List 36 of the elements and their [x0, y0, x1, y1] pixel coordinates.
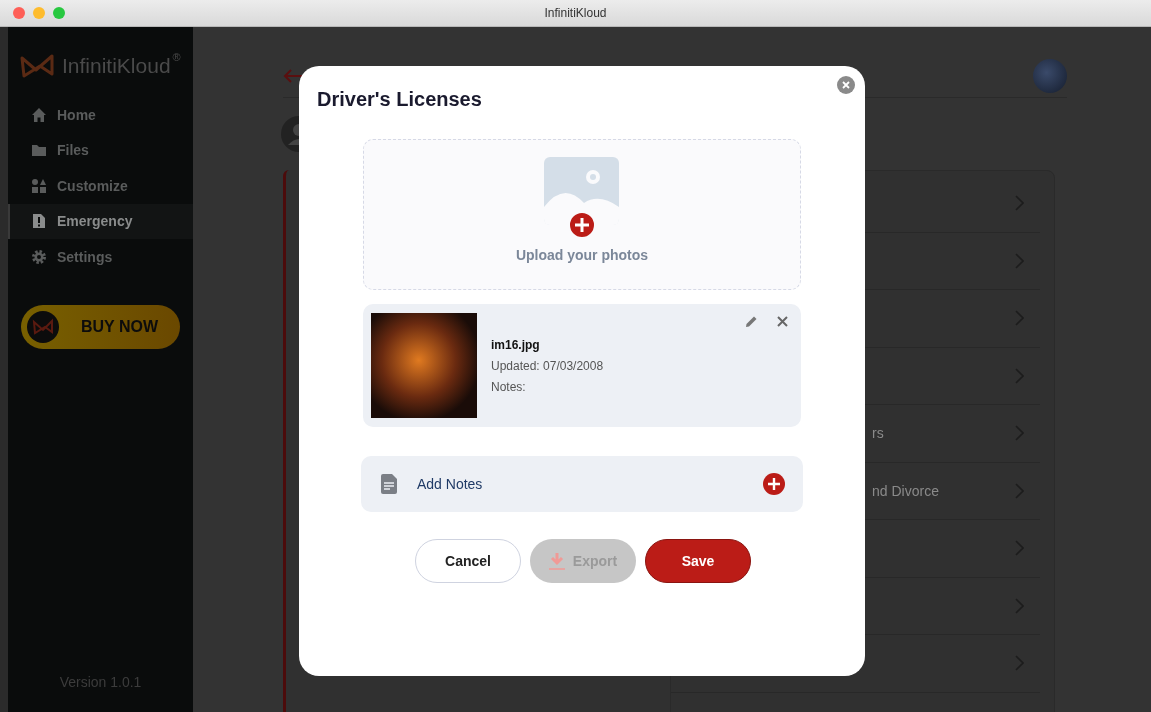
- list-item-label: nd Divorce: [872, 482, 939, 499]
- upload-dropzone[interactable]: Upload your photos: [363, 139, 801, 290]
- document-icon: [381, 474, 397, 494]
- notes-label: Notes:: [491, 380, 527, 394]
- nav-item[interactable]: Emergency: [8, 203, 193, 239]
- add-image-icon: [544, 157, 620, 239]
- nav-item[interactable]: Settings: [8, 239, 193, 275]
- save-button[interactable]: Save: [645, 539, 751, 583]
- logo-icon: [27, 310, 59, 343]
- file-name: im16.jpg: [491, 338, 541, 352]
- app-logo-text: InfinitiKloud: [62, 54, 171, 78]
- download-icon: [548, 552, 565, 570]
- folder-icon: [31, 142, 47, 159]
- nav-item[interactable]: Home: [8, 97, 193, 133]
- nav-item[interactable]: Customize: [8, 168, 193, 204]
- buy-now-button[interactable]: BUY NOW: [21, 304, 180, 349]
- upload-label: Upload your photos: [515, 247, 649, 263]
- dialog-title: Driver's Licenses: [317, 88, 483, 111]
- registered-mark: ®: [172, 51, 181, 63]
- close-window-button[interactable]: [13, 7, 25, 19]
- add-icon: [763, 473, 785, 495]
- window-title: InfinitiKloud: [544, 6, 607, 20]
- add-notes-button[interactable]: Add Notes: [361, 456, 803, 512]
- home-icon: [31, 106, 47, 123]
- nav-item[interactable]: Files: [8, 132, 193, 168]
- edit-icon[interactable]: [745, 315, 758, 328]
- settings-icon: [31, 248, 47, 265]
- cancel-button[interactable]: Cancel: [415, 539, 521, 583]
- shapes-icon: [31, 177, 47, 194]
- alert-document-icon: [31, 213, 47, 230]
- list-item-label: rs: [872, 425, 884, 442]
- updated-date: Updated: 07/03/2008: [491, 359, 604, 373]
- close-button[interactable]: [837, 76, 855, 94]
- zoom-window-button[interactable]: [53, 7, 65, 19]
- close-icon[interactable]: [776, 315, 789, 328]
- logo-icon: [20, 52, 56, 80]
